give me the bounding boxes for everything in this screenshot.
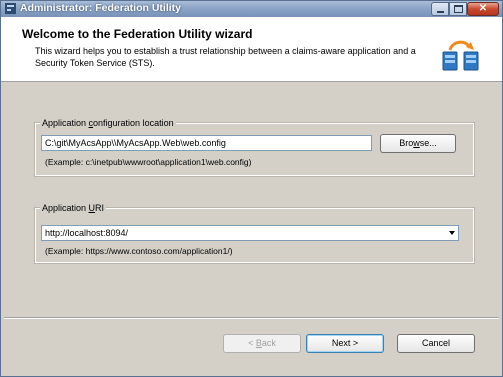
back-button[interactable]: < Back [223,334,301,353]
browse-button[interactable]: Browse... [380,134,456,153]
app-config-example: (Example: c:\inetpub\wwwroot\application… [45,157,252,167]
next-button[interactable]: Next > [306,334,384,353]
footer-divider [4,317,499,319]
maximize-button[interactable] [449,2,467,16]
wizard-description: This wizard helps you to establish a tru… [35,46,416,68]
federation-utility-window: Administrator: Federation Utility ✕ Welc… [0,0,503,377]
app-uri-group: Application URI http://localhost:8094/ (… [34,203,475,264]
app-uri-value: http://localhost:8094/ [45,228,129,238]
app-config-label: Application configuration location [40,118,176,128]
minimize-button[interactable] [431,2,449,16]
cancel-button[interactable]: Cancel [397,334,475,353]
minimize-icon [436,10,444,13]
close-icon: ✕ [478,3,488,14]
chevron-down-icon[interactable] [449,231,455,235]
wizard-header: Welcome to the Federation Utility wizard… [1,17,502,82]
wizard-title: Welcome to the Federation Utility wizard [22,27,253,41]
app-config-group: Application configuration location C:\gi… [34,118,475,177]
app-icon [5,3,16,14]
app-uri-combobox[interactable]: http://localhost:8094/ [41,225,459,241]
federation-wizard-icon [442,40,479,71]
title-bar[interactable]: Administrator: Federation Utility ✕ [1,1,502,17]
close-button[interactable]: ✕ [467,2,499,16]
maximize-icon [453,5,463,13]
app-config-path-input[interactable]: C:\git\MyAcsApp\\MyAcsApp.Web\web.config [41,135,372,151]
app-uri-example: (Example: https://www.contoso.com/applic… [45,246,233,256]
window-title: Administrator: Federation Utility [20,2,182,14]
app-uri-label: Application URI [40,203,107,213]
